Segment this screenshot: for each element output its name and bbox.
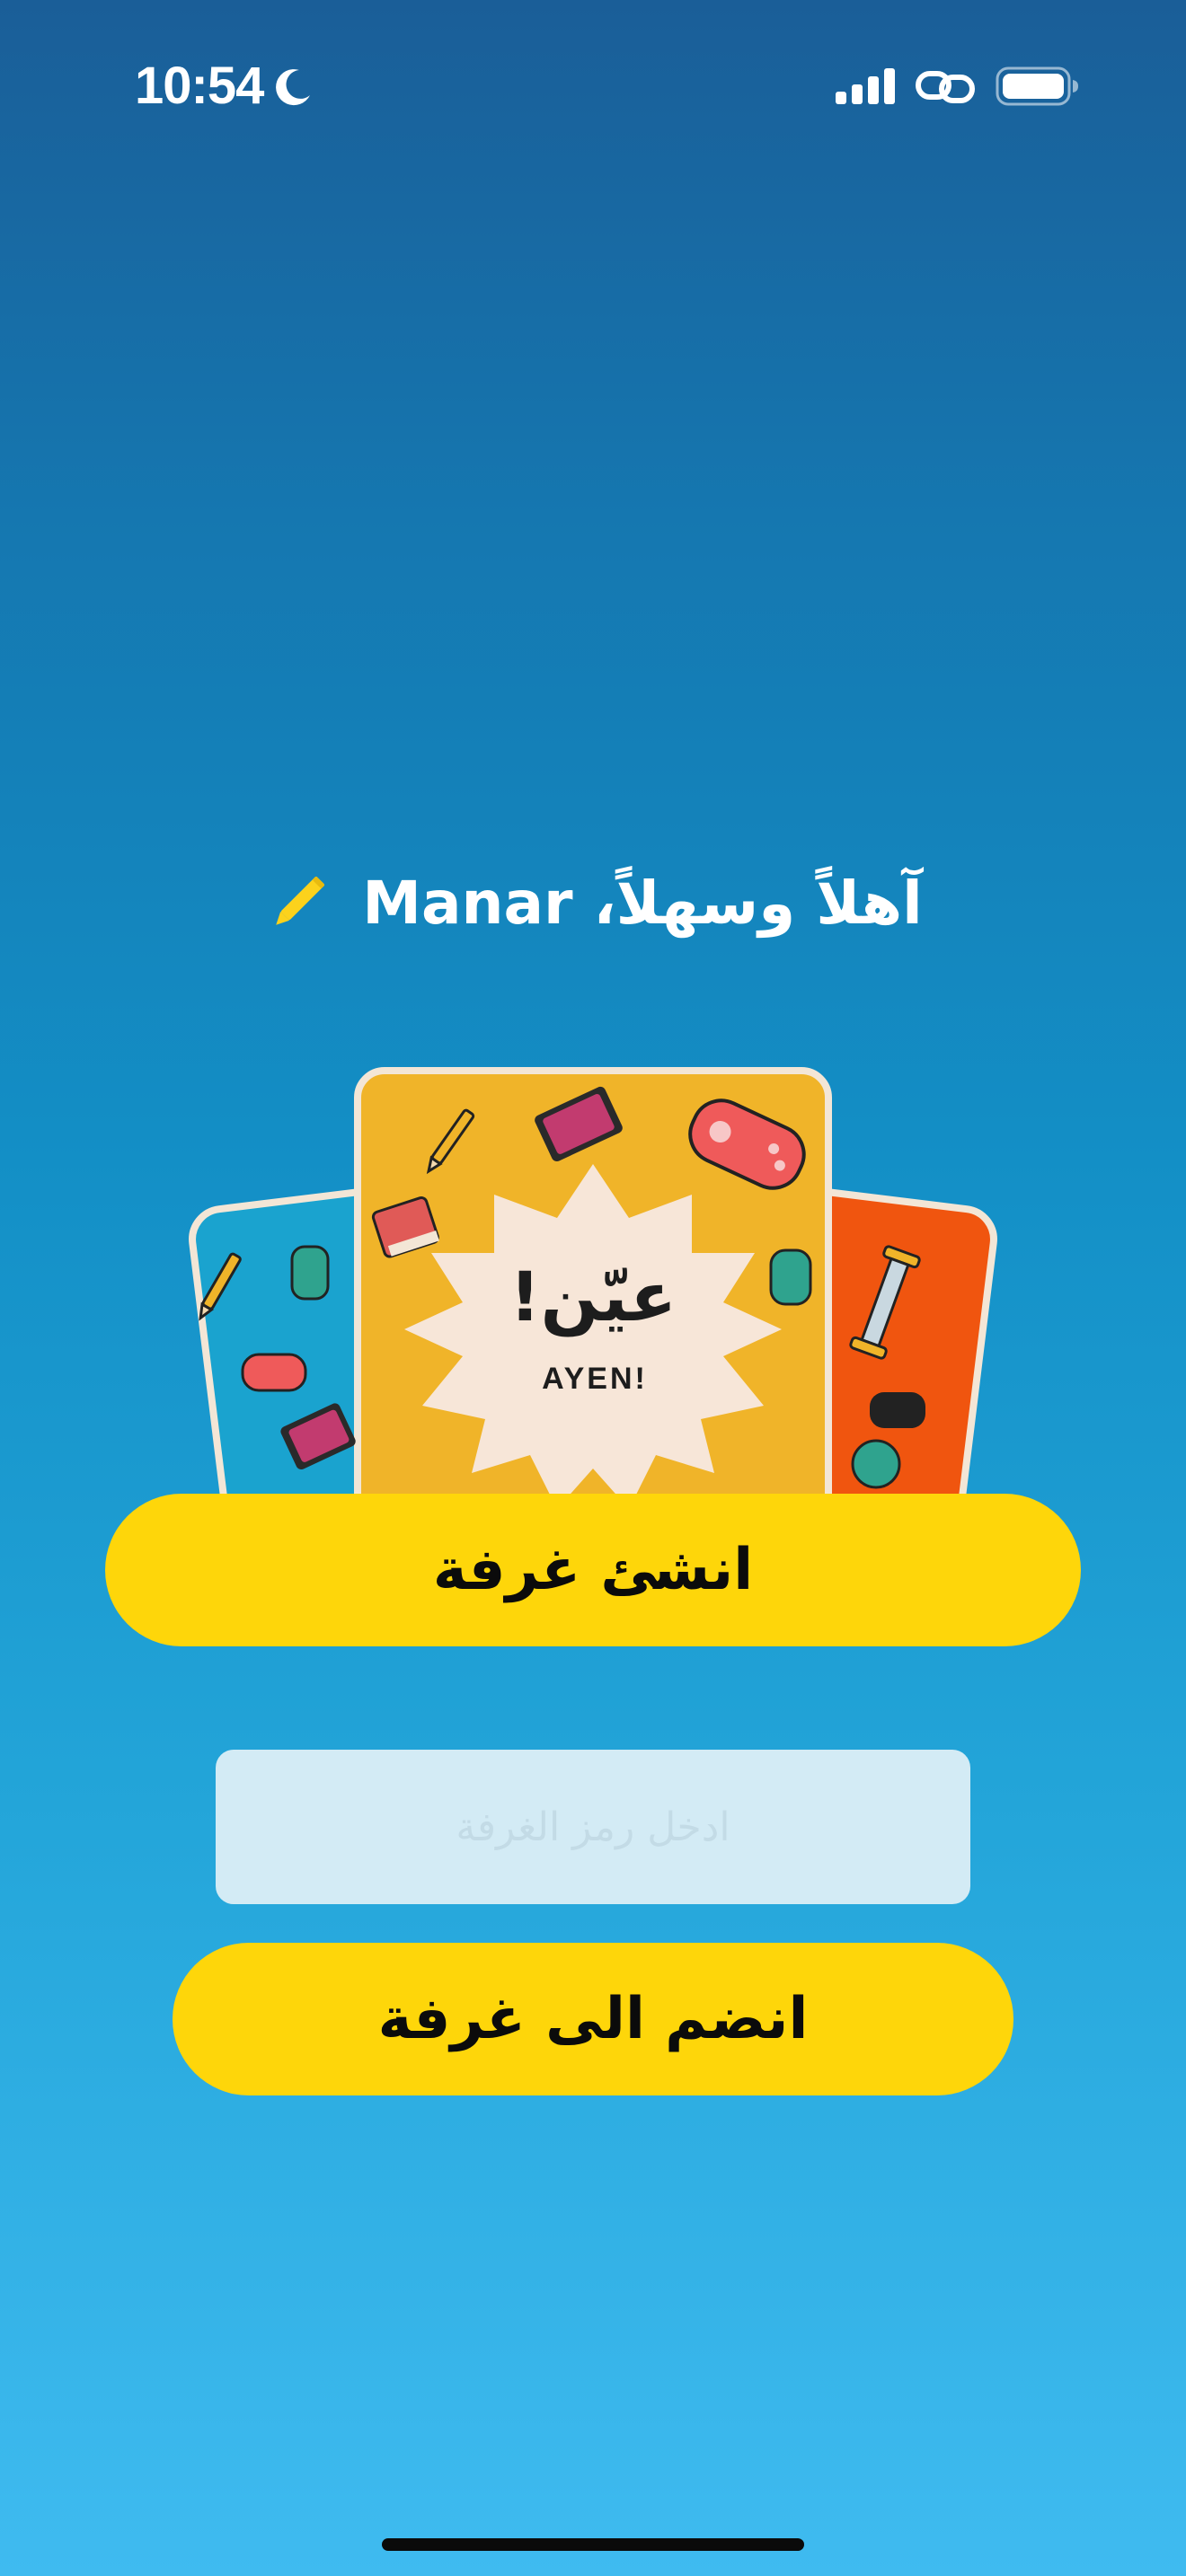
battery-icon [996, 66, 1078, 106]
status-time: 10:54 [135, 57, 264, 115]
cellular-signal-icon [836, 68, 895, 104]
join-room-button[interactable]: انضم الى غرفة [173, 1943, 1013, 2095]
greeting-row: آهلاً وسهلاً، Manar [0, 862, 1186, 943]
personal-hotspot-link-icon [916, 71, 975, 103]
create-room-button[interactable]: انشئ غرفة [105, 1494, 1081, 1646]
card-title-latin: AYEN! [542, 1362, 648, 1396]
welcome-greeting: آهلاً وسهلاً، Manar [362, 868, 923, 938]
card-title-arabic: عيّن! [509, 1257, 677, 1337]
game-cards-art: عيّن! AYEN! [189, 1067, 997, 1494]
moon-icon [276, 69, 310, 106]
game-cards-illustration: عيّن! AYEN! [0, 1060, 1186, 1494]
home-indicator[interactable] [382, 2538, 804, 2551]
pencil-icon[interactable] [263, 868, 333, 938]
status-bar: 10:54 [0, 0, 1186, 171]
room-code-input[interactable] [216, 1750, 970, 1904]
